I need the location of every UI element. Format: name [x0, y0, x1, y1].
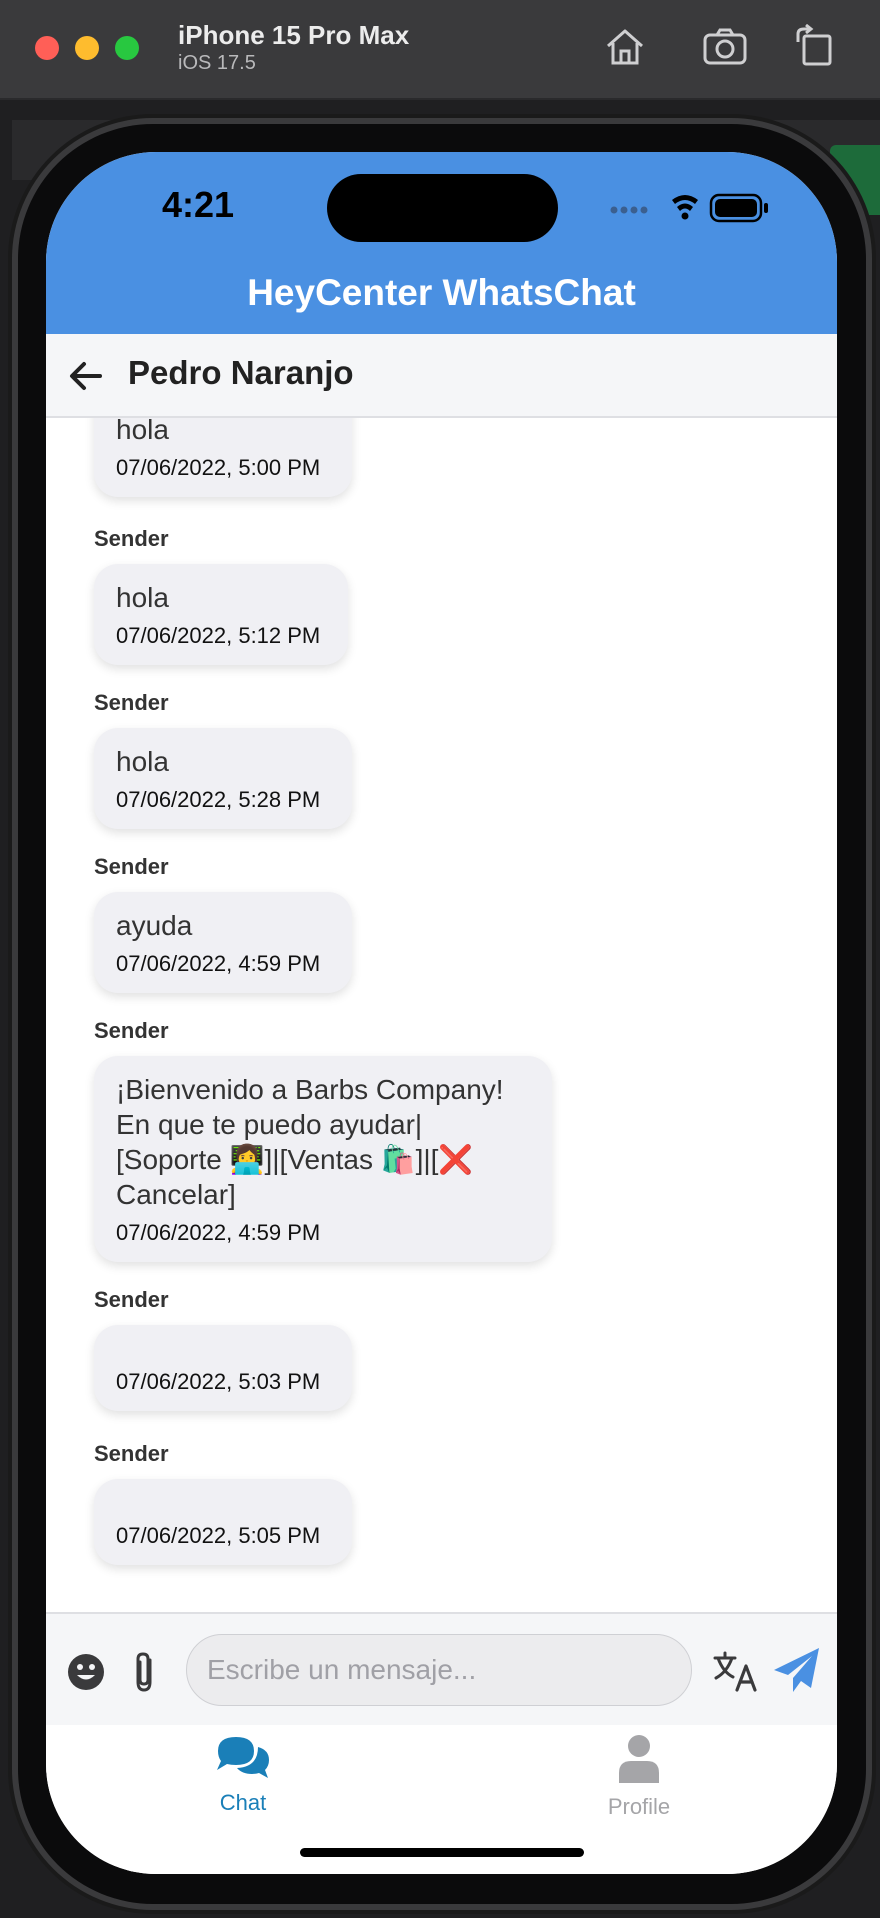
message-bubble[interactable]: 07/06/2022, 5:03 PM: [94, 1325, 352, 1411]
screenshot-camera-icon[interactable]: [702, 24, 748, 70]
message-bubble[interactable]: hola 07/06/2022, 5:12 PM: [94, 564, 348, 665]
message-item: Sender hola 07/06/2022, 5:12 PM: [94, 526, 348, 665]
chat-header: Pedro Naranjo: [46, 334, 837, 418]
battery-icon: [709, 193, 768, 223]
message-timestamp: 07/06/2022, 4:59 PM: [116, 1220, 321, 1245]
message-bubble[interactable]: hola 07/06/2022, 5:28 PM: [94, 728, 352, 829]
zoom-window-button[interactable]: [115, 36, 139, 60]
device-name: iPhone 15 Pro Max: [178, 20, 410, 50]
message-sender: Sender: [94, 526, 169, 551]
tab-chat-label: Chat: [219, 1790, 267, 1815]
chat-bubbles-icon: [217, 1737, 269, 1778]
back-arrow-icon[interactable]: [66, 356, 106, 396]
user-icon: [619, 1735, 659, 1783]
message-item: Sender hola 07/06/2022, 5:28 PM: [94, 690, 352, 829]
message-sender: Sender: [94, 1018, 169, 1043]
phone-screen: 4:21 HeyCenter WhatsChat Pedro Naranjo h…: [46, 152, 837, 1874]
message-text: ayuda: [116, 910, 193, 941]
tab-profile-label: Profile: [607, 1794, 671, 1819]
minimize-window-button[interactable]: [75, 36, 99, 60]
simulator-title-bar: iPhone 15 Pro Max iOS 17.5: [0, 0, 880, 100]
message-sender: Sender: [94, 854, 169, 879]
message-timestamp: 07/06/2022, 5:00 PM: [116, 455, 321, 480]
message-sender: Sender: [94, 1287, 169, 1312]
message-timestamp: 07/06/2022, 5:03 PM: [116, 1369, 321, 1394]
message-bubble[interactable]: hola 07/06/2022, 5:00 PM: [94, 418, 352, 497]
emoji-icon[interactable]: [66, 1652, 106, 1692]
rotate-device-icon[interactable]: [792, 24, 838, 70]
send-icon[interactable]: [772, 1646, 822, 1694]
os-version: iOS 17.5: [178, 52, 256, 74]
app-header: 4:21 HeyCenter WhatsChat: [46, 152, 837, 334]
message-composer: [46, 1612, 837, 1726]
message-bubble[interactable]: ayuda 07/06/2022, 4:59 PM: [94, 892, 352, 993]
message-timestamp: 07/06/2022, 4:59 PM: [116, 951, 321, 976]
message-timestamp: 07/06/2022, 5:12 PM: [116, 623, 321, 648]
tab-chat[interactable]: Chat: [143, 1733, 343, 1816]
signal-dots-icon: [610, 206, 648, 214]
message-text: hola: [116, 746, 169, 777]
message-item: Sender 07/06/2022, 5:05 PM: [94, 1441, 352, 1565]
contact-name: Pedro Naranjo: [128, 354, 354, 391]
message-text: hola: [116, 582, 169, 613]
message-bubble[interactable]: 07/06/2022, 5:05 PM: [94, 1479, 352, 1565]
message-item: Sender 07/06/2022, 5:03 PM: [94, 1287, 352, 1411]
message-sender: Sender: [94, 690, 169, 715]
home-icon[interactable]: [602, 24, 648, 70]
message-item: hola 07/06/2022, 5:00 PM: [94, 418, 352, 497]
message-text: hola: [116, 418, 169, 445]
wifi-icon: [672, 195, 698, 220]
attachment-paperclip-icon[interactable]: [130, 1650, 158, 1694]
message-timestamp: 07/06/2022, 5:05 PM: [116, 1523, 321, 1548]
close-window-button[interactable]: [35, 36, 59, 60]
message-timestamp: 07/06/2022, 5:28 PM: [116, 787, 321, 812]
message-text: ¡Bienvenido a Barbs Company! En que te p…: [116, 1074, 504, 1210]
message-input[interactable]: [186, 1634, 692, 1706]
status-icons: [610, 193, 768, 223]
message-bubble[interactable]: ¡Bienvenido a Barbs Company! En que te p…: [94, 1056, 552, 1262]
app-title: HeyCenter WhatsChat: [247, 272, 636, 313]
dynamic-island: [327, 174, 558, 242]
home-indicator: [300, 1848, 584, 1857]
message-item: Sender ayuda 07/06/2022, 4:59 PM: [94, 854, 352, 993]
tab-profile[interactable]: Profile: [539, 1733, 739, 1820]
status-time: 4:21: [162, 184, 235, 225]
translate-icon[interactable]: [713, 1650, 759, 1692]
message-item: Sender ¡Bienvenido a Barbs Company! En q…: [94, 1018, 552, 1262]
message-list[interactable]: hola 07/06/2022, 5:00 PM Sender hola 07/…: [46, 418, 837, 1608]
message-sender: Sender: [94, 1441, 169, 1466]
